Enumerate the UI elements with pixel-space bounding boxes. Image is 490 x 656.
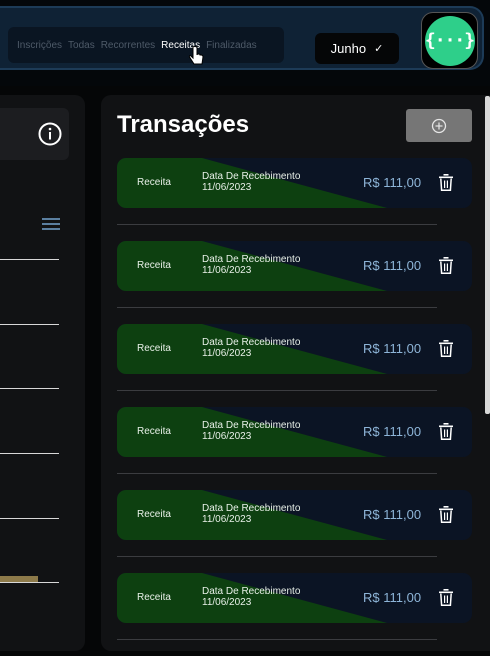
trash-icon[interactable] — [439, 506, 453, 523]
transaction-type: Receita — [137, 426, 171, 437]
app-logo[interactable]: {···} — [421, 12, 478, 69]
top-bar: Inscrições Todas Recorrentes Receitas Fi… — [0, 0, 490, 86]
transaction-type: Receita — [137, 509, 171, 520]
transaction-item[interactable]: Receita Data De Recebimento 11/06/2023 R$ 1… — [117, 241, 472, 291]
trash-icon[interactable] — [439, 174, 453, 191]
date-label: Data De Recebimento — [202, 420, 301, 431]
transaction-amount: R$ 111,00 — [363, 175, 422, 190]
date-value: 11/06/2023 — [202, 597, 252, 608]
transaction-date: Data De Recebimento 11/06/2023 — [202, 420, 300, 442]
row-divider — [117, 639, 437, 640]
row-divider — [117, 473, 437, 474]
row-divider — [117, 556, 437, 557]
transaction-item[interactable]: Receita Data De Recebimento 11/06/2023 R$ 1… — [117, 573, 472, 623]
filter-tabs: Inscrições Todas Recorrentes Receitas Fi… — [8, 27, 284, 63]
scrollbar[interactable] — [485, 96, 490, 414]
transaction-amount: R$ 111,00 — [363, 258, 422, 273]
date-value: 11/06/2023 — [202, 431, 252, 442]
date-label: Data De Recebimento — [202, 503, 301, 514]
info-icon[interactable] — [38, 122, 62, 146]
month-selector[interactable]: Junho ✓ — [315, 33, 399, 64]
date-label: Data De Recebimento — [202, 254, 301, 265]
tab-finalizadas[interactable]: Finalizadas — [206, 40, 257, 51]
header-panel: Inscrições Todas Recorrentes Receitas Fi… — [0, 6, 484, 70]
transaction-date: Data De Recebimento 11/06/2023 — [202, 586, 300, 608]
transactions-title: Transações — [117, 111, 250, 138]
row-divider — [117, 390, 437, 391]
date-label: Data De Recebimento — [202, 337, 301, 348]
menu-icon[interactable] — [42, 217, 60, 231]
chart-gridline — [0, 324, 59, 325]
add-transaction-button[interactable] — [406, 109, 472, 142]
tab-todas[interactable]: Todas — [68, 40, 95, 51]
transaction-item[interactable]: Receita Data De Recebimento 11/06/2023 R$ 1… — [117, 158, 472, 208]
check-icon: ✓ — [374, 43, 384, 55]
chart-gridline — [0, 518, 59, 519]
trash-icon[interactable] — [439, 257, 453, 274]
row-divider — [117, 224, 437, 225]
transaction-item[interactable]: Receita Data De Recebimento 11/06/2023 R$ 1… — [117, 490, 472, 540]
transaction-amount: R$ 111,00 — [363, 424, 422, 439]
transaction-date: Data De Recebimento 11/06/2023 — [202, 337, 300, 359]
chart-baseline — [0, 582, 59, 583]
trash-icon[interactable] — [439, 340, 453, 357]
transaction-date: Data De Recebimento 11/06/2023 — [202, 171, 300, 193]
date-value: 11/06/2023 — [202, 348, 252, 359]
transaction-amount: R$ 111,00 — [363, 341, 422, 356]
date-value: 11/06/2023 — [202, 265, 252, 276]
date-label: Data De Recebimento — [202, 586, 301, 597]
chart-gridline — [0, 388, 59, 389]
transaction-amount: R$ 111,00 — [363, 590, 422, 605]
transaction-type: Receita — [137, 260, 171, 271]
date-value: 11/06/2023 — [202, 182, 252, 193]
date-value: 11/06/2023 — [202, 514, 252, 525]
pointer-cursor-icon — [188, 46, 204, 65]
trash-icon[interactable] — [439, 589, 453, 606]
chart-gridline — [0, 259, 59, 260]
month-label: Junho — [330, 41, 367, 56]
tab-recorrentes[interactable]: Recorrentes — [101, 40, 155, 51]
plus-circle-icon — [431, 118, 447, 133]
chart-gridline — [0, 453, 59, 454]
row-divider — [117, 307, 437, 308]
date-label: Data De Recebimento — [202, 171, 301, 182]
transaction-item[interactable]: Receita Data De Recebimento 11/06/2023 R$ 1… — [117, 407, 472, 457]
transaction-amount: R$ 111,00 — [363, 507, 422, 522]
chart-panel — [0, 95, 85, 651]
transaction-date: Data De Recebimento 11/06/2023 — [202, 254, 300, 276]
transactions-panel: Transações Receita Data De Recebimento 11/… — [101, 95, 490, 651]
trash-icon[interactable] — [439, 423, 453, 440]
transaction-type: Receita — [137, 343, 171, 354]
transaction-date: Data De Recebimento 11/06/2023 — [202, 503, 300, 525]
tab-inscricoes[interactable]: Inscrições — [17, 40, 62, 51]
transaction-type: Receita — [137, 177, 171, 188]
logo-text: {···} — [424, 15, 475, 66]
transaction-type: Receita — [137, 592, 171, 603]
transaction-item[interactable]: Receita Data De Recebimento 11/06/2023 R$ 1… — [117, 324, 472, 374]
